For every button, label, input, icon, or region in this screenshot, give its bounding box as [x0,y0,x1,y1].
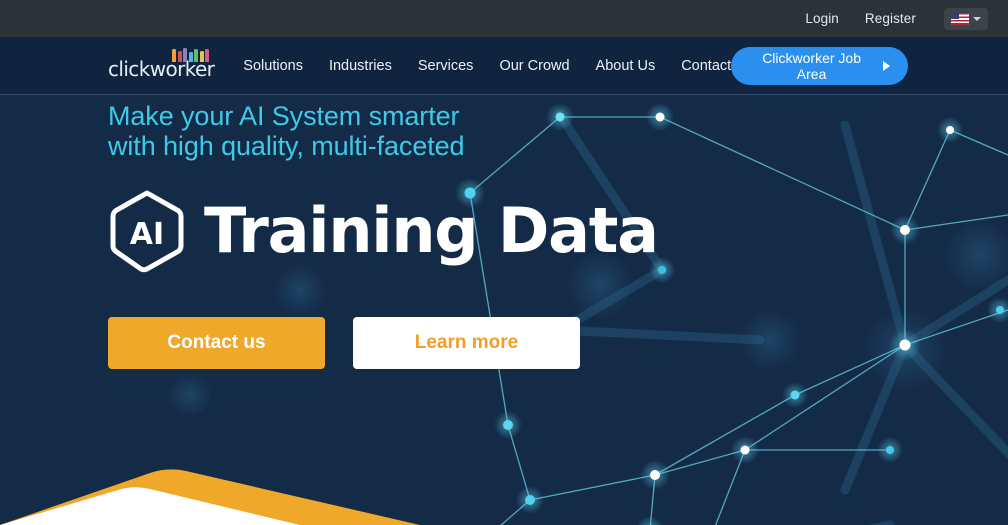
page-root: Login Register clickworker Solutions Ind… [0,0,1008,525]
clickworker-logo[interactable]: clickworker [108,47,215,81]
chevron-right-icon [883,60,890,71]
top-utility-bar: Login Register [0,0,1008,37]
chevron-down-icon [973,16,981,21]
nav-item-solutions[interactable]: Solutions [243,58,303,74]
corner-accent-bands [0,469,420,525]
hero-button-row: Contact us Learn more [108,317,658,370]
nav-item-our-crowd[interactable]: Our Crowd [499,58,569,74]
hero-title-row: AI Training Data [108,189,659,273]
register-link[interactable]: Register [865,11,916,26]
hero-content: Make your AI System smarter with high qu… [108,101,659,370]
nav-item-about-us[interactable]: About Us [596,58,656,74]
nav-item-contact[interactable]: Contact [681,58,731,74]
svg-text:AI: AI [130,217,164,252]
hero-title: Training Data [204,194,659,268]
site-header: clickworker Solutions Industries Service… [0,37,1008,95]
nav-item-services[interactable]: Services [418,58,474,74]
hero-subheadline: Make your AI System smarter with high qu… [108,101,465,162]
hero-section: Make your AI System smarter with high qu… [0,95,1008,525]
nav-item-industries[interactable]: Industries [329,58,392,74]
hexagon-ai-icon: AI [110,190,184,273]
learn-more-button[interactable]: Learn more [353,317,580,370]
main-navigation: Solutions Industries Services Our Crowd … [243,58,731,74]
login-link[interactable]: Login [805,11,839,26]
us-flag-icon [951,12,969,25]
language-selector[interactable] [944,7,988,30]
job-area-label: Clickworker Job Area [762,49,861,82]
contact-us-button[interactable]: Contact us [108,317,325,370]
logo-people-icon [172,47,210,62]
clickworker-job-area-button[interactable]: Clickworker Job Area [731,46,908,85]
